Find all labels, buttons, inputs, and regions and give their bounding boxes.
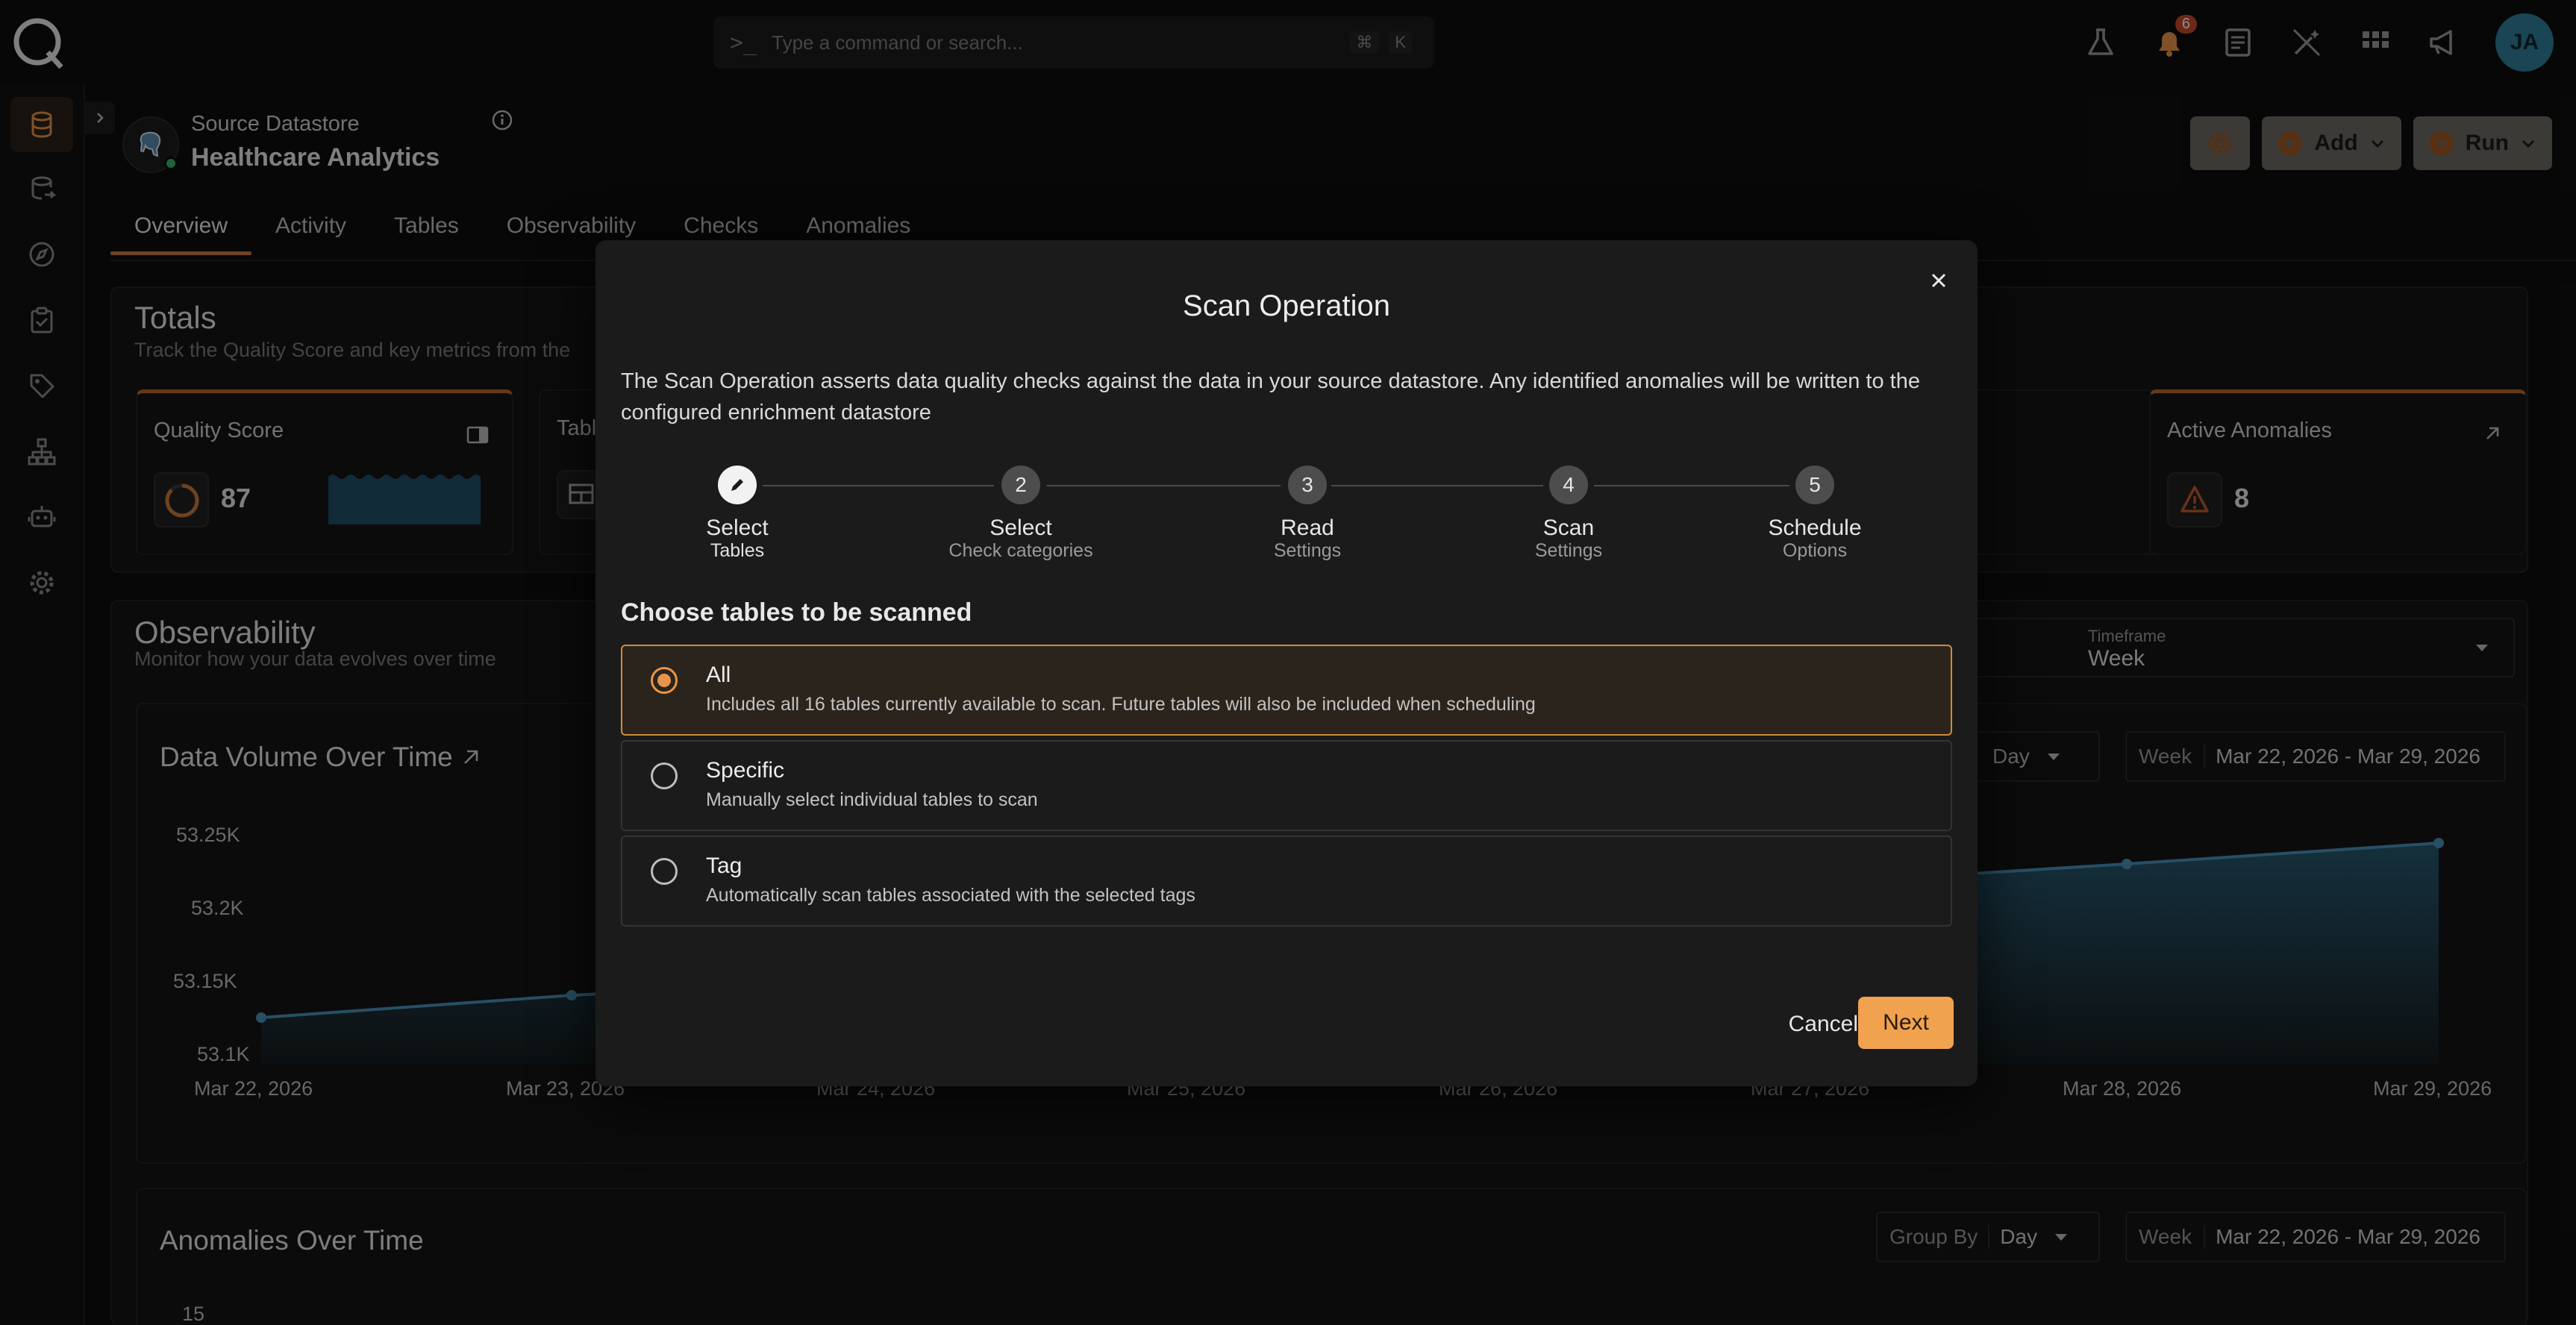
option-title: Specific [706, 758, 785, 783]
stepper: Select Tables 2 Select Check categories … [621, 466, 1949, 585]
step-sublabel: Settings [1534, 540, 1603, 561]
option-description: Automatically scan tables associated wit… [706, 885, 1195, 906]
step-label: Select [990, 516, 1052, 540]
radio-specific[interactable] [651, 762, 678, 789]
step-label: Read [1281, 516, 1334, 540]
step-number: 5 [1795, 466, 1834, 504]
step-number: 3 [1288, 466, 1327, 504]
dialog-description: The Scan Operation asserts data quality … [621, 369, 1920, 425]
option-all[interactable]: All Includes all 16 tables currently ava… [621, 645, 1952, 736]
step-read-settings[interactable]: 3 Read Settings [1218, 466, 1397, 561]
step-label: Schedule [1768, 516, 1862, 540]
step-number: 2 [1001, 466, 1040, 504]
scan-operation-dialog: Scan Operation The Scan Operation assert… [595, 240, 1978, 1086]
radio-tag[interactable] [651, 858, 678, 885]
step-sublabel: Tables [710, 540, 765, 561]
close-button[interactable] [1921, 263, 1957, 298]
step-select-tables[interactable]: Select Tables [648, 466, 827, 561]
option-description: Manually select individual tables to sca… [706, 789, 1038, 810]
step-sublabel: Check categories [948, 540, 1093, 561]
step-schedule-options[interactable]: 5 Schedule Options [1725, 466, 1904, 561]
step-label: Select [706, 516, 769, 540]
option-title: Tag [706, 853, 743, 878]
step-sublabel: Options [1782, 540, 1848, 561]
pencil-icon [731, 479, 743, 491]
option-description: Includes all 16 tables currently availab… [706, 694, 1536, 715]
option-title: All [706, 662, 731, 687]
close-icon [1931, 273, 1946, 288]
step-scan-settings[interactable]: 4 Scan Settings [1479, 466, 1658, 561]
step-circle [718, 466, 757, 504]
step-sublabel: Settings [1273, 540, 1342, 561]
choose-tables-heading: Choose tables to be scanned [621, 598, 972, 627]
step-label: Scan [1542, 516, 1595, 540]
dialog-title: Scan Operation [1183, 289, 1390, 322]
step-check-categories[interactable]: 2 Select Check categories [931, 466, 1110, 561]
step-number: 4 [1549, 466, 1588, 504]
option-specific[interactable]: Specific Manually select individual tabl… [621, 740, 1952, 831]
next-button[interactable]: Next [1858, 997, 1954, 1049]
radio-all[interactable] [651, 667, 678, 694]
option-tag[interactable]: Tag Automatically scan tables associated… [621, 836, 1952, 927]
